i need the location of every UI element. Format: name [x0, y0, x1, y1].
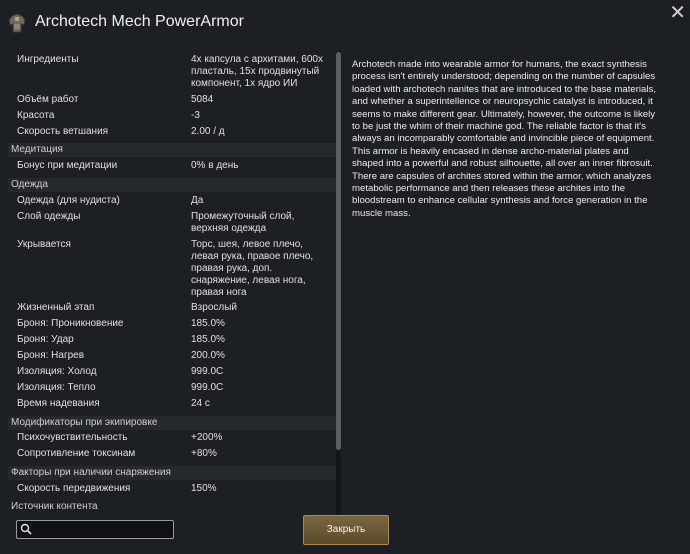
- stat-value: +80%: [191, 448, 217, 459]
- stat-value: Взрослый: [191, 302, 237, 313]
- stat-value: +200%: [191, 432, 223, 443]
- stat-value: 2.00 / д: [191, 126, 225, 137]
- stat-value: 24 с: [191, 398, 210, 409]
- stat-value: 185.0%: [191, 334, 225, 345]
- close-button[interactable]: Закрыть: [303, 515, 389, 545]
- stat-value: 0% в день: [191, 160, 239, 171]
- stat-value: 150%: [191, 483, 217, 494]
- stat-value: 185.0%: [191, 318, 225, 329]
- stats-panel: Ингредиенты 4x капсула с архитами, 600x …: [8, 50, 338, 512]
- stat-value: 5084: [191, 94, 214, 105]
- stat-key: Одежда (для нудиста): [17, 195, 120, 206]
- window-title: Archotech Mech PowerArmor: [35, 13, 244, 30]
- section-content-source: Источник контента: [11, 501, 98, 512]
- stat-key: Скорость передвижения: [17, 483, 131, 494]
- stat-key: Объём работ: [17, 94, 79, 105]
- stat-key: Красота: [17, 110, 55, 121]
- stat-key: Укрывается: [17, 239, 71, 250]
- section-equipped-modifiers: Модификаторы при экипировке: [8, 416, 336, 430]
- stat-value: Да: [191, 195, 204, 206]
- stat-key: Бонус при медитации: [17, 160, 118, 171]
- stat-key: Изоляция: Тепло: [17, 382, 96, 393]
- stat-key: Сопротивление токсинам: [17, 448, 136, 459]
- search-field[interactable]: [16, 520, 174, 539]
- stat-key: Слой одежды: [17, 211, 81, 222]
- stat-key: Скорость ветшания: [17, 126, 109, 137]
- stat-key: Броня: Нагрев: [17, 350, 85, 361]
- stat-key: Время надевания: [17, 398, 100, 409]
- item-description: Archotech made into wearable armor for h…: [352, 59, 656, 219]
- stat-key: Жизненный этап: [17, 302, 95, 313]
- section-equipped-factors: Факторы при наличии снаряжения: [8, 466, 336, 480]
- stat-value: 999.0C: [191, 382, 224, 393]
- stat-value: Торс, шея, левое плечо, левая рука, прав…: [191, 239, 314, 298]
- stat-key: Изоляция: Холод: [17, 366, 97, 377]
- close-icon[interactable]: ✕: [669, 0, 686, 24]
- stat-value: 200.0%: [191, 350, 225, 361]
- search-input[interactable]: [35, 522, 173, 538]
- stat-key: Броня: Удар: [17, 334, 74, 345]
- stat-value: 4x капсула с архитами, 600x пласталь, 15…: [191, 54, 323, 89]
- stat-key: Психочувствительность: [17, 432, 128, 443]
- search-icon: [20, 523, 32, 535]
- armor-icon: [8, 13, 26, 33]
- section-apparel: Одежда: [8, 178, 336, 192]
- stat-key: Ингредиенты: [17, 54, 79, 65]
- stat-key: Броня: Проникновение: [17, 318, 124, 329]
- stat-value: Промежуточный слой, верхняя одежда: [191, 211, 295, 234]
- section-meditation: Медитация: [8, 143, 336, 157]
- stat-value: -3: [191, 110, 200, 121]
- stats-scroll-thumb[interactable]: [336, 52, 341, 450]
- stat-value: 999.0C: [191, 366, 224, 377]
- window-header: Archotech Mech PowerArmor ✕: [0, 0, 690, 44]
